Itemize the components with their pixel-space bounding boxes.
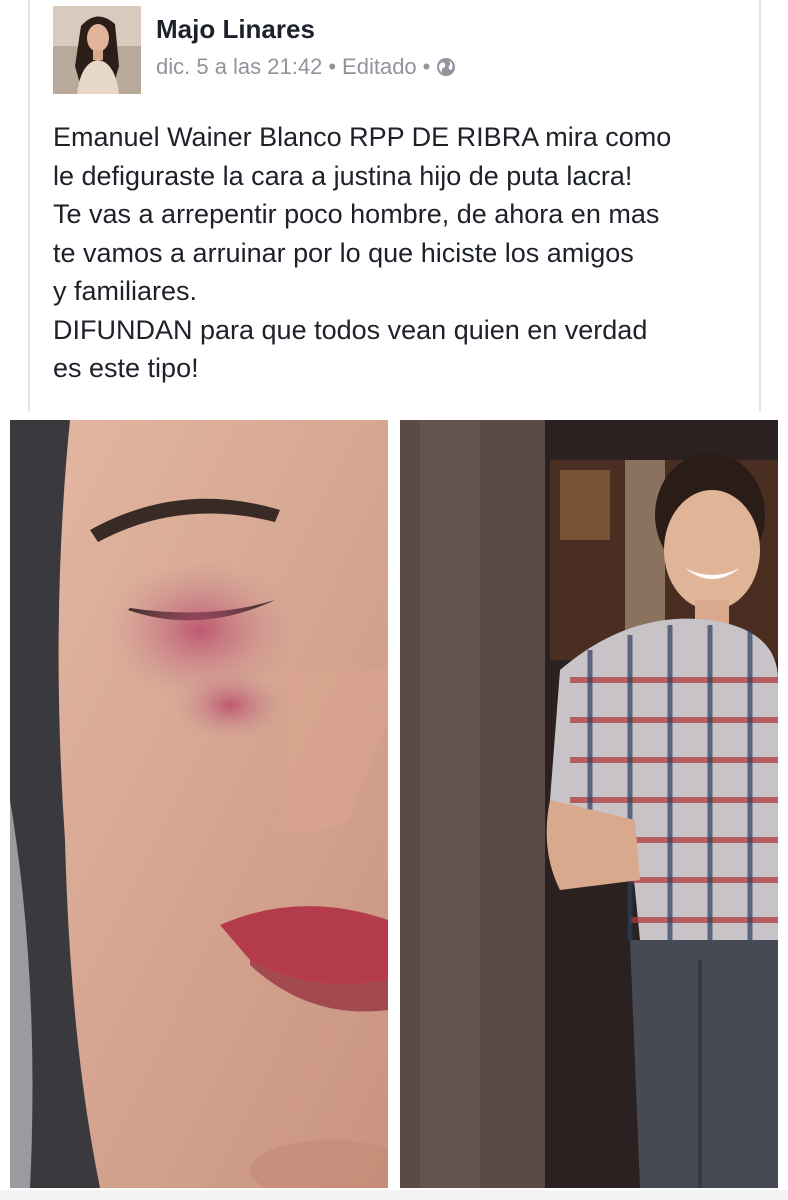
post-text-line: y familiares.: [53, 276, 198, 306]
post-text-line: DIFUNDAN para que todos vean quien en ve…: [53, 314, 648, 345]
post-text-line: le defiguraste la cara a justina hijo de…: [53, 160, 633, 191]
post-timestamp[interactable]: dic. 5 a las 21:42: [156, 54, 322, 80]
edited-label[interactable]: Editado: [342, 54, 417, 80]
meta-separator: •: [328, 54, 337, 79]
author-avatar[interactable]: [53, 6, 141, 94]
author-name[interactable]: Majo Linares: [156, 14, 315, 45]
post-text-line: Emanuel Wainer Blanco RPP DE RIBRA mira …: [53, 122, 672, 152]
globe-icon[interactable]: [436, 57, 456, 77]
bottom-edge: [0, 1190, 788, 1200]
post-meta: dic. 5 a las 21:42 • Editado •: [156, 54, 456, 80]
post-photos: [0, 420, 788, 1200]
post-text: Emanuel Wainer Blanco RPP DE RIBRA mira …: [53, 118, 753, 388]
post-text-line: Te vas a arrepentir poco hombre, de ahor…: [53, 199, 660, 229]
post-text-line: es este tipo!: [53, 353, 199, 383]
post-text-line: te vamos a arruinar por lo que hiciste l…: [53, 237, 634, 268]
man-plaid-shirt-photo[interactable]: [400, 420, 778, 1188]
meta-separator: •: [422, 54, 431, 79]
avatar-photo: [53, 6, 141, 94]
close-up-face-photo[interactable]: [10, 420, 388, 1188]
